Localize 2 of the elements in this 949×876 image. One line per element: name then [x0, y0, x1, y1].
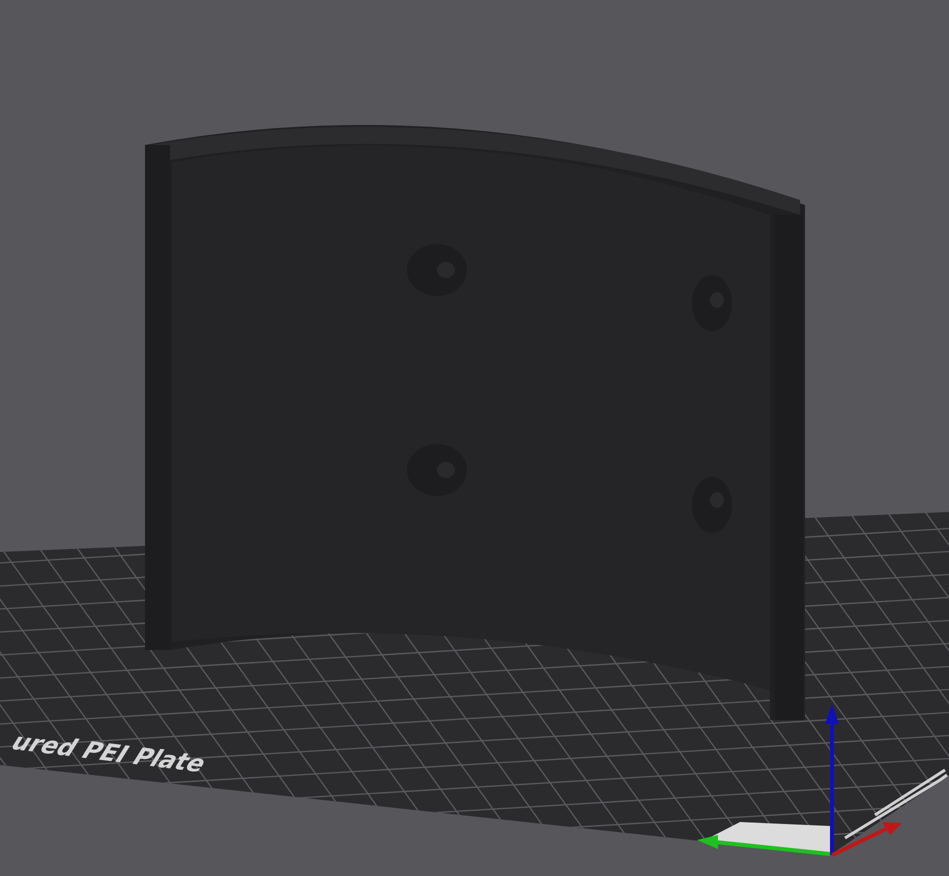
- bed-label: ured PEI Plate: [6, 728, 212, 778]
- x-axis-arrow: [831, 822, 902, 857]
